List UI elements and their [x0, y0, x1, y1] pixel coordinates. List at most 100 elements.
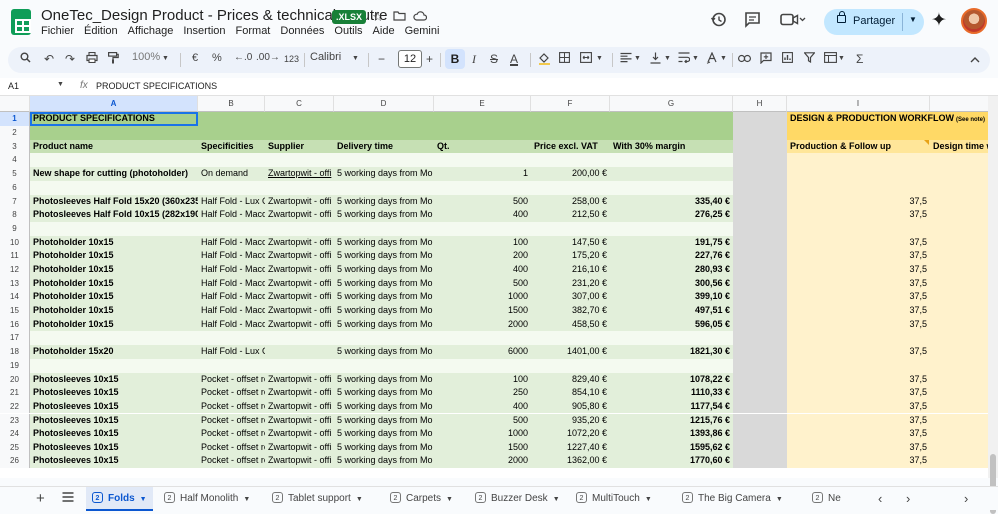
- column-header-b[interactable]: B: [198, 96, 265, 112]
- cell-b3[interactable]: Specificities: [198, 140, 265, 154]
- cloud-saved-icon[interactable]: [413, 9, 428, 24]
- cell-i25[interactable]: 37,5: [787, 441, 930, 455]
- row-header[interactable]: 10: [0, 235, 30, 250]
- scroll-tabs-left-icon[interactable]: ‹: [878, 487, 882, 511]
- cell-i13[interactable]: 37,5: [787, 277, 930, 291]
- cell-i18[interactable]: 37,5: [787, 345, 930, 359]
- cell-a8[interactable]: Photosleeves Half Fold 10x15 (282x190mm: [30, 208, 198, 222]
- cell-c8[interactable]: Zwartopwit - offi: [265, 208, 334, 222]
- cell-f12[interactable]: 216,10 €: [531, 263, 610, 277]
- cell-d15[interactable]: 5 working days from Mo: [334, 304, 434, 318]
- merge-chevron-icon[interactable]: ▼: [596, 55, 603, 62]
- row-header[interactable]: 3: [0, 139, 30, 154]
- menu-format[interactable]: Format: [236, 25, 271, 37]
- cell-f16[interactable]: 458,50 €: [531, 318, 610, 332]
- sheet-tab-chevron-icon[interactable]: ▼: [356, 496, 363, 503]
- meet-video-icon[interactable]: [780, 11, 806, 33]
- sheet-tab-chevron-icon[interactable]: ▼: [553, 496, 560, 503]
- cell-c10[interactable]: Zwartopwit - offi: [265, 236, 334, 250]
- cell-a12[interactable]: Photoholder 10x15: [30, 263, 198, 277]
- cell-g12[interactable]: 280,93 €: [610, 263, 733, 277]
- cell-d21[interactable]: 5 working days from Mo: [334, 386, 434, 400]
- cell-e14[interactable]: 1000: [434, 290, 531, 304]
- sheet-tab-chevron-icon[interactable]: ▼: [645, 496, 652, 503]
- row-header[interactable]: 17: [0, 331, 30, 346]
- cell-c5[interactable]: Zwartopwit - offi: [265, 167, 334, 181]
- add-sheet-button[interactable]: +: [36, 487, 45, 511]
- cell-g15[interactable]: 497,51 €: [610, 304, 733, 318]
- cell-i7[interactable]: 37,5: [787, 195, 930, 209]
- cell-g5[interactable]: [610, 167, 733, 181]
- cell-f26[interactable]: 1362,00 €: [531, 454, 610, 468]
- cell-e3[interactable]: Qt.: [434, 140, 531, 154]
- cell-c24[interactable]: Zwartopwit - offi: [265, 427, 334, 441]
- cell-e8[interactable]: 400: [434, 208, 531, 222]
- cell-e20[interactable]: 100: [434, 373, 531, 387]
- cell-c16[interactable]: Zwartopwit - offi: [265, 318, 334, 332]
- wrap-chevron-icon[interactable]: ▼: [692, 55, 699, 62]
- cell-g8[interactable]: 276,25 €: [610, 208, 733, 222]
- cell-a21[interactable]: Photosleeves 10x15: [30, 386, 198, 400]
- font-size-input[interactable]: 12: [398, 50, 422, 68]
- cell-d12[interactable]: 5 working days from Mo: [334, 263, 434, 277]
- cell-a10[interactable]: Photoholder 10x15: [30, 236, 198, 250]
- bold-button[interactable]: B: [445, 49, 465, 69]
- cell-a15[interactable]: Photoholder 10x15: [30, 304, 198, 318]
- menu-edition[interactable]: Édition: [84, 25, 118, 37]
- sheet-tab-folds[interactable]: 2 Folds ▼: [86, 487, 153, 511]
- column-header-i[interactable]: I: [787, 96, 930, 112]
- cell-d3[interactable]: Delivery time: [334, 140, 434, 154]
- row-header[interactable]: 20: [0, 372, 30, 387]
- cell-f23[interactable]: 935,20 €: [531, 414, 610, 428]
- cell-b14[interactable]: Half Fold - Maco: [198, 290, 265, 304]
- cell-f11[interactable]: 175,20 €: [531, 249, 610, 263]
- cell-g26[interactable]: 1770,60 €: [610, 454, 733, 468]
- cell-b10[interactable]: Half Fold - Maco: [198, 236, 265, 250]
- cell-f10[interactable]: 147,50 €: [531, 236, 610, 250]
- cell-d5[interactable]: 5 working days from Mo: [334, 167, 434, 181]
- cell-c3[interactable]: Supplier: [265, 140, 334, 154]
- menu-gemini[interactable]: Gemini: [405, 25, 440, 37]
- sheet-tab-carpets[interactable]: 2 Carpets ▼: [390, 487, 453, 511]
- row-header[interactable]: 12: [0, 263, 30, 277]
- name-box[interactable]: A1: [8, 81, 19, 91]
- cell-g13[interactable]: 300,56 €: [610, 277, 733, 291]
- row-header[interactable]: 11: [0, 249, 30, 264]
- history-icon[interactable]: [710, 11, 727, 33]
- sheet-tab-tablet-support[interactable]: 2 Tablet support ▼: [272, 487, 363, 511]
- cell-a14[interactable]: Photoholder 10x15: [30, 290, 198, 304]
- menu-insertion[interactable]: Insertion: [183, 25, 225, 37]
- cell-c18[interactable]: [265, 345, 334, 359]
- cell-c12[interactable]: Zwartopwit - offi: [265, 263, 334, 277]
- merge-cells-icon[interactable]: [580, 52, 592, 66]
- paint-format-icon[interactable]: [108, 52, 119, 67]
- increase-decimal-button[interactable]: .00→: [256, 52, 280, 63]
- cell-b13[interactable]: Half Fold - Maco: [198, 277, 265, 291]
- cell-b20[interactable]: Pocket - offset re: [198, 373, 265, 387]
- cell-g23[interactable]: 1215,76 €: [610, 414, 733, 428]
- row-header[interactable]: 13: [0, 276, 30, 291]
- cell-b15[interactable]: Half Fold - Maco: [198, 304, 265, 318]
- cell-b21[interactable]: Pocket - offset re: [198, 386, 265, 400]
- column-header-f[interactable]: F: [531, 96, 610, 112]
- cell-i22[interactable]: 37,5: [787, 400, 930, 414]
- strikethrough-button[interactable]: S: [490, 52, 498, 66]
- menu-donnees[interactable]: Données: [280, 25, 324, 37]
- cell-d18[interactable]: 5 working days from Mo: [334, 345, 434, 359]
- cell-i21[interactable]: 37,5: [787, 386, 930, 400]
- currency-format-button[interactable]: €: [192, 52, 198, 64]
- valign-chevron-icon[interactable]: ▼: [664, 55, 671, 62]
- cell-e15[interactable]: 1500: [434, 304, 531, 318]
- cell-b5[interactable]: On demand: [198, 167, 265, 181]
- menu-fichier[interactable]: Fichier: [41, 25, 74, 37]
- column-header-d[interactable]: D: [334, 96, 434, 112]
- cell-c21[interactable]: Zwartopwit - offi: [265, 386, 334, 400]
- cell-c22[interactable]: Zwartopwit - offi: [265, 400, 334, 414]
- row-header[interactable]: 15: [0, 304, 30, 318]
- collapse-toolbar-icon[interactable]: [970, 52, 980, 66]
- row-header[interactable]: 2: [0, 125, 30, 140]
- cell-e23[interactable]: 500: [434, 414, 531, 428]
- cell-g11[interactable]: 227,76 €: [610, 249, 733, 263]
- sheet-tab-chevron-icon[interactable]: ▼: [446, 496, 453, 503]
- row-header[interactable]: 9: [0, 221, 30, 236]
